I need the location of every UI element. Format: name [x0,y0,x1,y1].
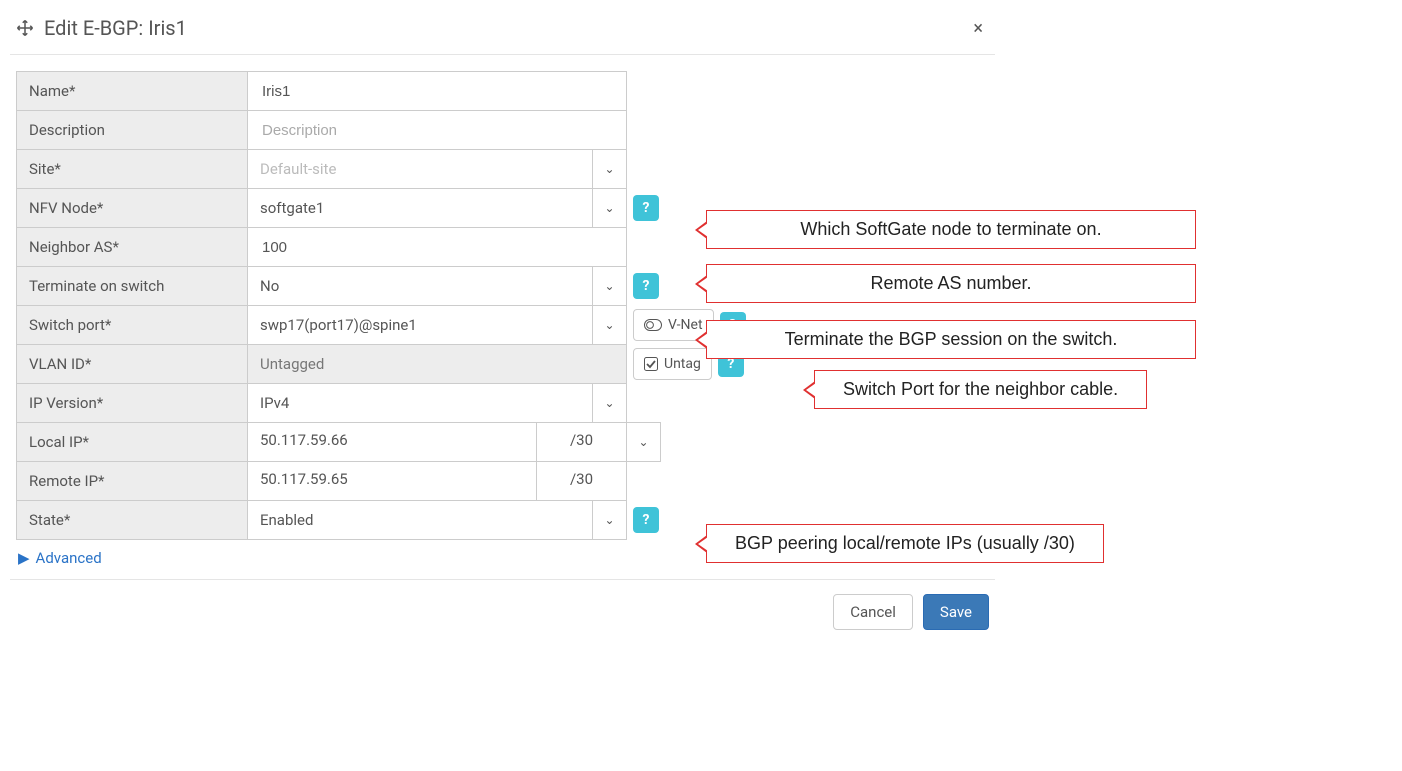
caret-right-icon: ▶ [18,549,30,567]
toggle-off-icon [644,319,662,331]
modal-title: Edit E-BGP: Iris1 [44,16,187,40]
label-ip-version: IP Version* [16,383,248,423]
local-ip-input[interactable]: 50.117.59.66 [247,422,537,462]
form-body: Name* Description Site* Default-site [10,55,995,580]
label-vlan-id: VLAN ID* [16,344,248,384]
chevron-down-icon[interactable]: ⌄ [593,500,627,540]
label-remote-ip: Remote IP* [16,461,248,501]
label-neighbor-as: Neighbor AS* [16,227,248,267]
checkbox-checked-icon [644,357,658,371]
nfv-node-select[interactable]: softgate1 ⌄ [247,188,627,228]
chevron-down-icon[interactable]: ⌄ [627,422,661,462]
modal-footer: Cancel Save [10,580,995,634]
label-site: Site* [16,149,248,189]
label-nfv-node: NFV Node* [16,188,248,228]
callout-nfv: Which SoftGate node to terminate on. [706,210,1196,249]
help-icon[interactable]: ? [633,195,659,221]
label-name: Name* [16,71,248,111]
callout-as: Remote AS number. [706,264,1196,303]
callout-ips: BGP peering local/remote IPs (usually /3… [706,524,1104,563]
chevron-down-icon[interactable]: ⌄ [593,305,627,345]
chevron-down-icon[interactable]: ⌄ [593,266,627,306]
save-button[interactable]: Save [923,594,989,630]
label-switch-port: Switch port* [16,305,248,345]
callout-port: Switch Port for the neighbor cable. [814,370,1147,409]
chevron-down-icon[interactable]: ⌄ [593,383,627,423]
description-input[interactable] [247,110,627,150]
site-select: Default-site ⌄ [247,149,627,189]
help-icon[interactable]: ? [633,507,659,533]
remote-ip-input[interactable]: 50.117.59.65 [247,461,537,501]
switch-port-select[interactable]: swp17(port17)@spine1 ⌄ [247,305,627,345]
vlan-id-input: Untagged [247,344,627,384]
state-select[interactable]: Enabled ⌄ [247,500,627,540]
name-input[interactable] [247,71,627,111]
close-icon[interactable]: × [967,18,989,39]
callout-tos: Terminate the BGP session on the switch. [706,320,1196,359]
ip-version-select[interactable]: IPv4 ⌄ [247,383,627,423]
label-state: State* [16,500,248,540]
modal-header: Edit E-BGP: Iris1 × [10,10,995,55]
chevron-down-icon[interactable]: ⌄ [593,188,627,228]
label-terminate-on-switch: Terminate on switch [16,266,248,306]
neighbor-as-input[interactable] [247,227,627,267]
local-ip-mask[interactable]: /30 [537,422,627,462]
cancel-button[interactable]: Cancel [833,594,913,630]
remote-ip-mask[interactable]: /30 [537,461,627,501]
move-icon[interactable] [16,19,34,37]
label-local-ip: Local IP* [16,422,248,462]
untag-toggle[interactable]: Untag [633,348,712,380]
terminate-on-switch-select[interactable]: No ⌄ [247,266,627,306]
label-description: Description [16,110,248,150]
help-icon[interactable]: ? [633,273,659,299]
chevron-down-icon: ⌄ [593,149,627,189]
